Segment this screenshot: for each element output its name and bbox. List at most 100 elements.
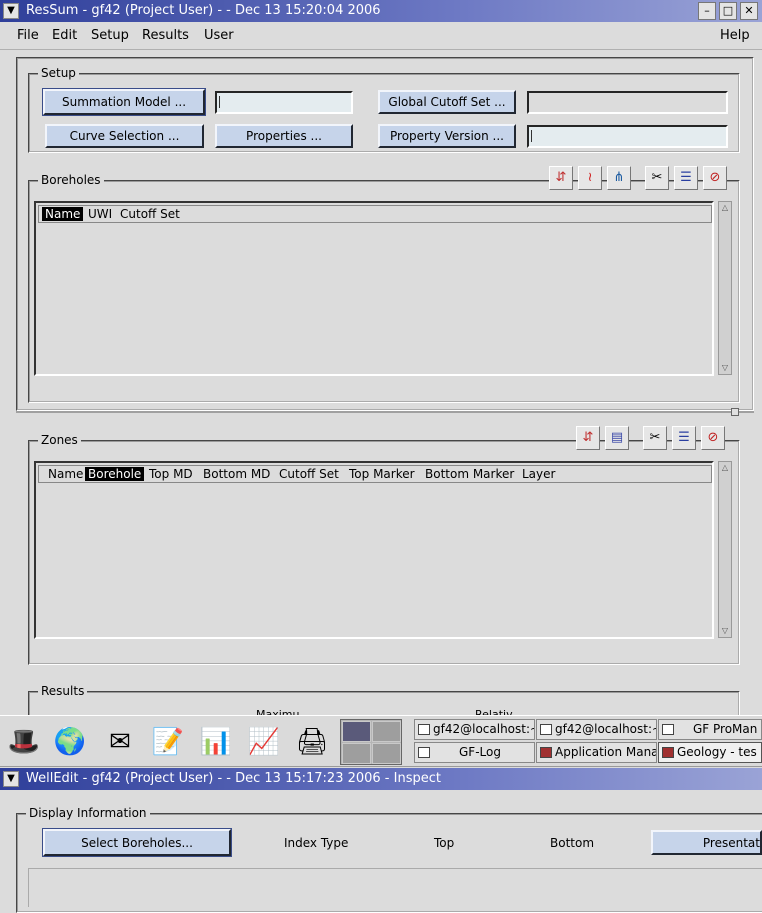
display-information-inner-panel (28, 868, 762, 907)
top-label: Top (434, 836, 455, 850)
property-version-button[interactable]: Property Version ... (378, 124, 516, 148)
menu-setup[interactable]: Setup (91, 28, 129, 43)
presentation-button[interactable]: Presentat (651, 830, 762, 855)
scroll-up-icon[interactable]: △ (720, 203, 730, 213)
workspace-2[interactable] (372, 721, 401, 742)
text-caret-icon (219, 96, 220, 108)
terminal-icon (418, 724, 430, 735)
summation-model-field[interactable] (215, 91, 353, 114)
curve-selection-button[interactable]: Curve Selection ... (45, 124, 204, 148)
boreholes-table[interactable]: Name UWI Cutoff Set (34, 201, 714, 376)
scroll-up-icon[interactable]: △ (720, 463, 730, 473)
property-version-field[interactable] (527, 125, 728, 148)
welledit-titlebar[interactable]: ▼ WellEdit - gf42 (Project User) - - Dec… (0, 768, 762, 790)
menu-help[interactable]: Help (720, 28, 750, 43)
remove-icon[interactable]: ⊘ (703, 166, 727, 190)
column-name[interactable]: Name (42, 207, 84, 221)
column-name[interactable]: Name (45, 467, 86, 481)
zone-remove-icon[interactable]: ⊘ (701, 426, 725, 450)
zone-list-icon[interactable]: ☰ (672, 426, 696, 450)
task-terminal-2[interactable]: gf42@localhost:~ (536, 719, 657, 740)
index-type-label: Index Type (284, 836, 349, 850)
web-browser-icon[interactable]: 🌍 (50, 722, 90, 762)
global-cutoff-set-button[interactable]: Global Cutoff Set ... (378, 90, 516, 114)
task-geology[interactable]: Geology - tes (658, 742, 762, 763)
workspace-3[interactable] (342, 743, 371, 764)
task-application-manager[interactable]: Application Mana (536, 742, 657, 763)
redhat-menu-icon[interactable]: 🎩 (4, 722, 44, 762)
window-menu-icon[interactable]: ▼ (3, 771, 19, 787)
select-boreholes-button[interactable]: Select Boreholes... (42, 828, 232, 857)
task-gf-log[interactable]: GF-Log (414, 742, 535, 763)
menu-edit[interactable]: Edit (52, 28, 77, 43)
writer-icon[interactable]: 📝 (148, 722, 188, 762)
results-label: Results (38, 684, 88, 698)
column-cutoff-set[interactable]: Cutoff Set (276, 467, 342, 481)
zones-scrollbar[interactable]: △ ▽ (718, 461, 732, 638)
curve-icon[interactable]: ≀ (578, 166, 602, 190)
zone-pattern-icon[interactable]: ▤ (605, 426, 629, 450)
marker-icon[interactable]: ⋔ (607, 166, 631, 190)
column-cutoff-set[interactable]: Cutoff Set (117, 207, 183, 221)
column-top-md[interactable]: Top MD (146, 467, 196, 481)
column-bottom-marker[interactable]: Bottom Marker (422, 467, 517, 481)
menu-results[interactable]: Results (142, 28, 189, 43)
zone-cut-icon[interactable]: ✂ (643, 426, 667, 450)
taskbar: 🎩 🌍 ✉ 📝 📊 📈 🖨 gf42@localhost:~ gf42@loca… (0, 715, 762, 767)
column-borehole[interactable]: Borehole (85, 467, 145, 481)
terminal-icon (540, 724, 552, 735)
summation-model-button[interactable]: Summation Model ... (42, 88, 206, 116)
task-gf-proman[interactable]: GF ProMan (658, 719, 762, 740)
app-icon (662, 747, 674, 758)
results-partial-label-relative: Relativ (475, 708, 513, 715)
pane-sash-handle[interactable] (731, 408, 739, 416)
menu-user[interactable]: User (204, 28, 234, 43)
email-icon[interactable]: ✉ (100, 722, 140, 762)
maximize-button[interactable]: □ (719, 2, 737, 20)
spreadsheet-icon[interactable]: 📈 (244, 722, 284, 762)
zones-table-header: Name Borehole Top MD Bottom MD Cutoff Se… (38, 465, 712, 483)
app-icon (540, 747, 552, 758)
bottom-label: Bottom (550, 836, 595, 850)
task-label: gf42@localhost:~ (433, 722, 535, 736)
list-icon[interactable]: ☰ (674, 166, 698, 190)
document-icon (418, 747, 430, 758)
results-partial-label-maximum: Maximu (256, 708, 300, 715)
minimize-button[interactable]: – (698, 2, 716, 20)
zones-table[interactable]: Name Borehole Top MD Bottom MD Cutoff Se… (34, 461, 714, 639)
presentation-icon[interactable]: 📊 (196, 722, 236, 762)
menu-file[interactable]: File (17, 28, 39, 43)
close-button[interactable]: ✕ (740, 2, 758, 20)
scroll-down-icon[interactable]: ▽ (720, 626, 730, 636)
display-information-label: Display Information (26, 806, 150, 820)
pane-divider[interactable] (16, 411, 754, 413)
global-cutoff-field[interactable] (527, 91, 728, 114)
boreholes-scrollbar[interactable]: △ ▽ (718, 201, 732, 375)
column-bottom-md[interactable]: Bottom MD (200, 467, 273, 481)
scroll-down-icon[interactable]: ▽ (720, 363, 730, 373)
boreholes-label: Boreholes (38, 173, 104, 187)
properties-button[interactable]: Properties ... (215, 124, 353, 148)
add-zone-icon[interactable]: ⇵ (576, 426, 600, 450)
task-label: GF ProMan (693, 722, 758, 736)
column-uwi[interactable]: UWI (85, 207, 115, 221)
cut-icon[interactable]: ✂ (645, 166, 669, 190)
setup-label: Setup (38, 66, 79, 80)
task-label: Application Mana (555, 745, 657, 759)
task-label: Geology - tes (677, 745, 757, 759)
window-menu-icon[interactable]: ▼ (3, 3, 19, 19)
zones-label: Zones (38, 433, 81, 447)
column-top-marker[interactable]: Top Marker (346, 467, 418, 481)
task-terminal-1[interactable]: gf42@localhost:~ (414, 719, 535, 740)
add-borehole-icon[interactable]: ⇵ (549, 166, 573, 190)
window-title: ResSum - gf42 (Project User) - - Dec 13 … (26, 3, 381, 18)
column-layer[interactable]: Layer (519, 467, 558, 481)
workspace-4[interactable] (372, 743, 401, 764)
task-label: gf42@localhost:~ (555, 722, 657, 736)
workspace-1[interactable] (342, 721, 371, 742)
ressum-titlebar[interactable]: ▼ ResSum - gf42 (Project User) - - Dec 1… (0, 0, 762, 22)
document-icon (662, 724, 674, 735)
boreholes-table-header: Name UWI Cutoff Set (38, 205, 712, 223)
workspace-pager[interactable] (340, 719, 402, 765)
printer-icon[interactable]: 🖨 (292, 722, 332, 762)
